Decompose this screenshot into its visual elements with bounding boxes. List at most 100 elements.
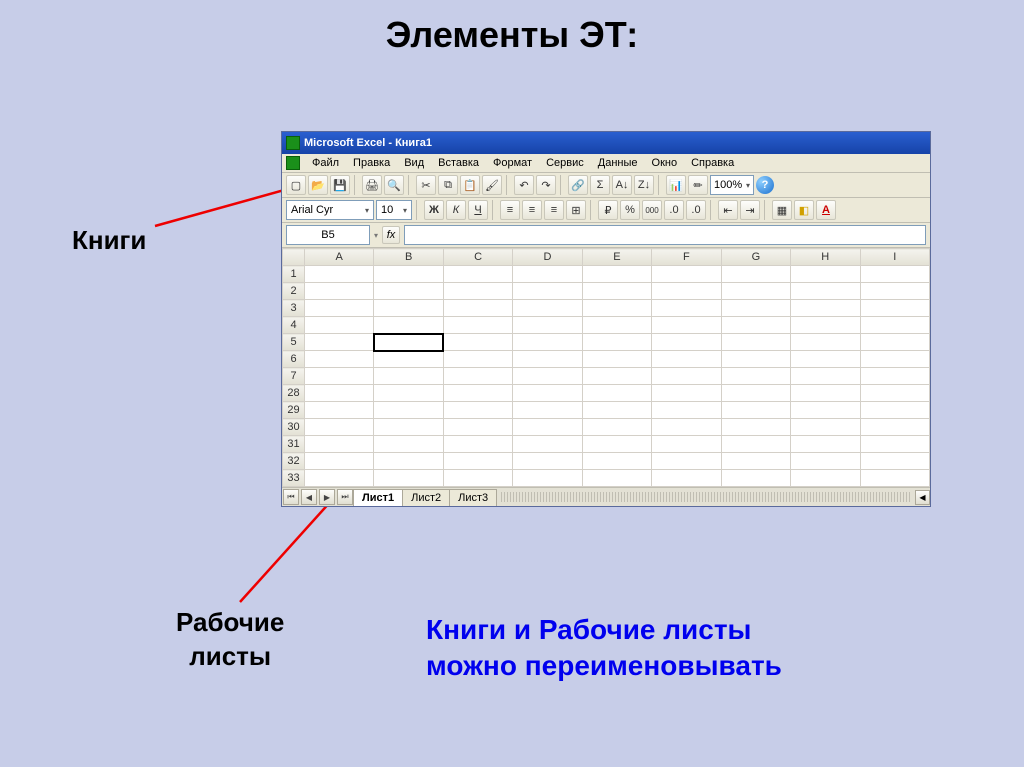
sheet-tab-1[interactable]: Лист1 bbox=[353, 489, 403, 506]
cell[interactable] bbox=[582, 351, 651, 368]
cell[interactable] bbox=[513, 470, 582, 487]
align-left-button[interactable]: ≡ bbox=[500, 200, 520, 220]
row-header[interactable]: 33 bbox=[283, 470, 305, 487]
fx-button[interactable]: fx bbox=[382, 226, 400, 244]
merge-button[interactable]: ⊞ bbox=[566, 200, 586, 220]
cell[interactable] bbox=[721, 436, 790, 453]
cell[interactable] bbox=[791, 470, 860, 487]
cell[interactable] bbox=[791, 436, 860, 453]
cell[interactable] bbox=[305, 470, 374, 487]
cell[interactable] bbox=[582, 368, 651, 385]
first-sheet-button[interactable]: ⏮ bbox=[283, 489, 299, 505]
cell[interactable] bbox=[652, 385, 721, 402]
align-right-button[interactable]: ≡ bbox=[544, 200, 564, 220]
column-header[interactable]: D bbox=[513, 249, 582, 266]
cell[interactable] bbox=[305, 385, 374, 402]
cell[interactable] bbox=[513, 266, 582, 283]
cell[interactable] bbox=[860, 283, 930, 300]
menu-edit[interactable]: Правка bbox=[347, 156, 396, 170]
name-box[interactable]: B5 bbox=[286, 225, 370, 245]
column-header[interactable]: C bbox=[443, 249, 512, 266]
row-header[interactable]: 31 bbox=[283, 436, 305, 453]
underline-button[interactable]: Ч bbox=[468, 200, 488, 220]
cell[interactable] bbox=[582, 334, 651, 351]
cell[interactable] bbox=[582, 419, 651, 436]
cell[interactable] bbox=[652, 436, 721, 453]
cell[interactable] bbox=[305, 419, 374, 436]
italic-button[interactable]: К bbox=[446, 200, 466, 220]
workbook-icon[interactable] bbox=[286, 156, 300, 170]
column-header[interactable]: B bbox=[374, 249, 443, 266]
fill-color-button[interactable]: ◧ bbox=[794, 200, 814, 220]
cell[interactable] bbox=[305, 266, 374, 283]
cell[interactable] bbox=[652, 283, 721, 300]
cell[interactable] bbox=[582, 453, 651, 470]
cell[interactable] bbox=[513, 368, 582, 385]
cell[interactable] bbox=[860, 470, 930, 487]
cell[interactable] bbox=[582, 385, 651, 402]
column-header[interactable]: E bbox=[582, 249, 651, 266]
cell[interactable] bbox=[860, 266, 930, 283]
cell[interactable] bbox=[652, 368, 721, 385]
cell[interactable] bbox=[513, 453, 582, 470]
select-all-corner[interactable] bbox=[283, 249, 305, 266]
drawing-button[interactable]: ✏ bbox=[688, 175, 708, 195]
cell[interactable] bbox=[860, 351, 930, 368]
redo-button[interactable]: ↷ bbox=[536, 175, 556, 195]
cell[interactable] bbox=[374, 351, 443, 368]
cell[interactable] bbox=[791, 317, 860, 334]
next-sheet-button[interactable]: ▶ bbox=[319, 489, 335, 505]
cell[interactable] bbox=[582, 317, 651, 334]
menu-insert[interactable]: Вставка bbox=[432, 156, 485, 170]
cell[interactable] bbox=[860, 453, 930, 470]
cell[interactable] bbox=[791, 266, 860, 283]
row-header[interactable]: 32 bbox=[283, 453, 305, 470]
paste-button[interactable]: 📋 bbox=[460, 175, 480, 195]
cell[interactable] bbox=[721, 453, 790, 470]
format-painter-button[interactable]: 🖌 bbox=[482, 175, 502, 195]
cell[interactable] bbox=[305, 402, 374, 419]
menu-view[interactable]: Вид bbox=[398, 156, 430, 170]
cell[interactable] bbox=[443, 402, 512, 419]
cell[interactable] bbox=[513, 402, 582, 419]
cell[interactable] bbox=[721, 419, 790, 436]
cell[interactable] bbox=[860, 334, 930, 351]
cell[interactable] bbox=[791, 453, 860, 470]
cell[interactable] bbox=[305, 436, 374, 453]
cell[interactable] bbox=[721, 266, 790, 283]
cell[interactable] bbox=[305, 300, 374, 317]
cell[interactable] bbox=[721, 368, 790, 385]
prev-sheet-button[interactable]: ◀ bbox=[301, 489, 317, 505]
cell[interactable] bbox=[791, 419, 860, 436]
cell[interactable] bbox=[582, 470, 651, 487]
cell[interactable] bbox=[513, 334, 582, 351]
column-header[interactable]: I bbox=[860, 249, 930, 266]
cell[interactable] bbox=[860, 419, 930, 436]
menu-window[interactable]: Окно bbox=[646, 156, 684, 170]
cell[interactable] bbox=[791, 351, 860, 368]
bold-button[interactable]: Ж bbox=[424, 200, 444, 220]
cell[interactable] bbox=[721, 300, 790, 317]
cell[interactable] bbox=[374, 470, 443, 487]
cell[interactable] bbox=[652, 334, 721, 351]
cell[interactable] bbox=[443, 368, 512, 385]
font-name-box[interactable]: Arial Cyr▾ bbox=[286, 200, 374, 220]
cell[interactable] bbox=[443, 385, 512, 402]
align-center-button[interactable]: ≡ bbox=[522, 200, 542, 220]
cell[interactable] bbox=[513, 351, 582, 368]
zoom-box[interactable]: 100%▾ bbox=[710, 175, 754, 195]
last-sheet-button[interactable]: ⏭ bbox=[337, 489, 353, 505]
autosum-button[interactable]: Σ bbox=[590, 175, 610, 195]
increase-indent-button[interactable]: ⇥ bbox=[740, 200, 760, 220]
cell[interactable] bbox=[305, 453, 374, 470]
cell[interactable] bbox=[374, 385, 443, 402]
cell[interactable] bbox=[374, 368, 443, 385]
decrease-indent-button[interactable]: ⇤ bbox=[718, 200, 738, 220]
cell[interactable] bbox=[860, 368, 930, 385]
cell[interactable] bbox=[860, 317, 930, 334]
save-button[interactable]: 💾 bbox=[330, 175, 350, 195]
hscroll-left-button[interactable]: ◀ bbox=[915, 490, 930, 505]
cell[interactable] bbox=[374, 419, 443, 436]
formula-bar[interactable] bbox=[404, 225, 926, 245]
menu-help[interactable]: Справка bbox=[685, 156, 740, 170]
